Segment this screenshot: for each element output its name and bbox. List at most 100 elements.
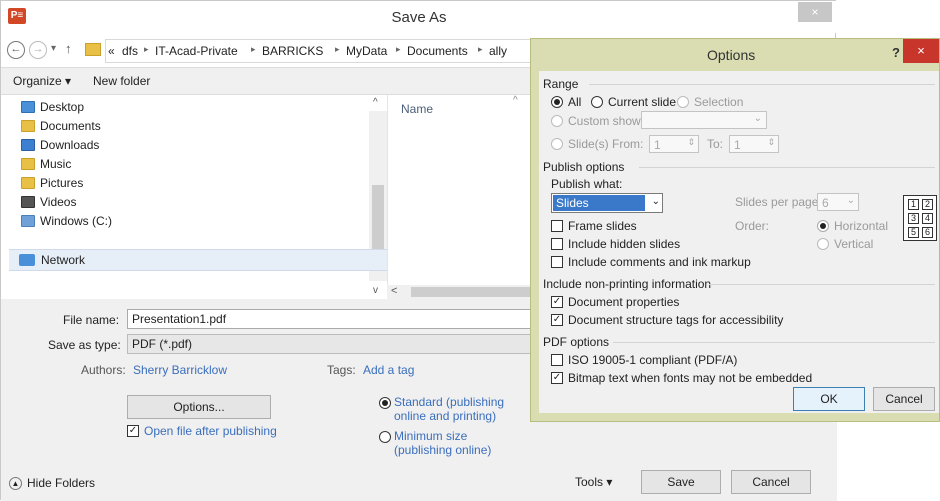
nav-item-network[interactable]: Network bbox=[9, 249, 387, 271]
from-input[interactable]: 1 ⇕ bbox=[649, 135, 699, 153]
document-structure-tags-checkbox[interactable]: ✓ Document structure tags for accessibili… bbox=[551, 313, 783, 327]
nav-item-videos[interactable]: Videos bbox=[21, 192, 76, 211]
horizontal-radio[interactable]: Horizontal bbox=[817, 219, 888, 233]
forward-button[interactable]: → bbox=[29, 41, 47, 59]
up-button[interactable]: ↑ bbox=[65, 41, 72, 56]
file-name-label: File name: bbox=[63, 313, 120, 327]
organize-button[interactable]: Organize ▾ bbox=[13, 74, 71, 88]
help-button[interactable]: ? bbox=[892, 45, 900, 60]
checkbox-checked-icon: ✓ bbox=[127, 425, 139, 437]
vertical-radio[interactable]: Vertical bbox=[817, 237, 873, 251]
checkbox-label: Document structure tags for accessibilit… bbox=[568, 313, 784, 327]
bitmap-text-checkbox[interactable]: ✓ Bitmap text when fonts may not be embed… bbox=[551, 371, 812, 385]
tools-menu[interactable]: Tools ▾ bbox=[575, 475, 612, 489]
radio-unselected-icon bbox=[379, 431, 391, 443]
breadcrumb-documents[interactable]: Documents bbox=[407, 44, 468, 58]
chevron-down-icon: ⌄ bbox=[651, 196, 660, 207]
breadcrumb-it-acad-private[interactable]: IT-Acad-Private bbox=[155, 44, 238, 58]
back-button[interactable]: ← bbox=[7, 41, 25, 59]
options-title: Options bbox=[707, 47, 756, 63]
music-icon bbox=[21, 157, 35, 170]
order-label: Order: bbox=[735, 219, 770, 233]
checkbox-label: Include hidden slides bbox=[568, 237, 681, 251]
include-comments-checkbox[interactable]: Include comments and ink markup bbox=[551, 255, 751, 269]
options-cancel-button[interactable]: Cancel bbox=[873, 387, 935, 411]
publish-options-section-label: Publish options bbox=[543, 160, 625, 174]
nav-item-music[interactable]: Music bbox=[21, 154, 71, 173]
title-bar: P≡ Save As × bbox=[1, 1, 837, 33]
tags-label: Tags: bbox=[327, 363, 356, 377]
radio-unselected-icon bbox=[551, 138, 563, 150]
radio-label: All bbox=[568, 95, 582, 109]
layout-cell: 1 bbox=[908, 199, 919, 210]
options-close-button[interactable]: × bbox=[903, 39, 939, 63]
layout-cell: 2 bbox=[922, 199, 933, 210]
tags-input[interactable]: Add a tag bbox=[363, 363, 414, 377]
save-button[interactable]: Save bbox=[641, 470, 721, 494]
address-bar[interactable]: « dfs ▸ IT-Acad-Private ▸ BARRICKS ▸ MyD… bbox=[105, 39, 535, 63]
checkbox-unchecked-icon bbox=[551, 354, 563, 366]
videos-icon bbox=[21, 195, 35, 208]
checkbox-checked-icon: ✓ bbox=[551, 296, 563, 308]
chevron-right-icon: ▸ bbox=[144, 44, 149, 54]
nav-item-downloads[interactable]: Downloads bbox=[21, 135, 99, 154]
iso-compliant-checkbox[interactable]: ISO 19005-1 compliant (PDF/A) bbox=[551, 353, 737, 367]
scroll-up-icon[interactable]: ^ bbox=[373, 97, 378, 108]
section-divider bbox=[613, 342, 935, 343]
document-properties-checkbox[interactable]: ✓ Document properties bbox=[551, 295, 679, 309]
section-divider bbox=[639, 167, 935, 168]
dialog-title: Save As bbox=[391, 9, 447, 26]
nav-item-windows-c[interactable]: Windows (C:) bbox=[21, 211, 112, 230]
publish-what-select[interactable]: Slides ⌄ bbox=[551, 193, 663, 213]
close-button[interactable]: × bbox=[798, 2, 832, 22]
file-name-input[interactable]: Presentation1.pdf bbox=[127, 309, 537, 329]
column-header-name[interactable]: Name bbox=[401, 102, 433, 116]
ok-button[interactable]: OK bbox=[793, 387, 865, 411]
custom-show-select[interactable]: ⌄ bbox=[641, 111, 767, 129]
slides-range-radio[interactable]: Slide(s) bbox=[551, 137, 609, 151]
nav-item-pictures[interactable]: Pictures bbox=[21, 173, 83, 192]
checkbox-label: Bitmap text when fonts may not be embedd… bbox=[568, 371, 813, 385]
breadcrumb-mydata[interactable]: MyData bbox=[346, 44, 387, 58]
scrollbar-thumb[interactable] bbox=[411, 287, 537, 297]
recent-dropdown-button[interactable]: ▾ bbox=[51, 43, 56, 54]
save-type-select[interactable]: PDF (*.pdf) bbox=[127, 334, 537, 354]
frame-slides-checkbox[interactable]: Frame slides bbox=[551, 219, 637, 233]
breadcrumb-dfs[interactable]: dfs bbox=[122, 44, 138, 58]
layout-cell: 5 bbox=[908, 227, 919, 238]
scroll-down-icon[interactable]: v bbox=[373, 285, 378, 296]
range-selection-radio[interactable]: Selection bbox=[677, 95, 743, 109]
dialog-footer: ▲ Hide Folders Tools ▾ Save Cancel bbox=[1, 464, 837, 501]
open-after-publishing-checkbox[interactable]: ✓ Open file after publishing bbox=[127, 424, 277, 438]
radio-label: Custom show: bbox=[568, 114, 645, 128]
slides-per-page-value: 6 bbox=[822, 196, 829, 210]
to-input[interactable]: 1 ⇕ bbox=[729, 135, 779, 153]
breadcrumb-ally[interactable]: ally bbox=[489, 44, 507, 58]
authors-value[interactable]: Sherry Barricklow bbox=[133, 363, 227, 377]
pane-divider bbox=[387, 95, 388, 285]
section-divider bbox=[589, 84, 935, 85]
scroll-left-icon[interactable]: < bbox=[391, 285, 397, 297]
chevron-right-icon: ▸ bbox=[478, 44, 483, 54]
range-all-radio[interactable]: All bbox=[551, 95, 581, 109]
radio-label: Selection bbox=[694, 95, 744, 109]
documents-icon bbox=[21, 119, 35, 132]
include-hidden-slides-checkbox[interactable]: Include hidden slides bbox=[551, 237, 680, 251]
radio-unselected-icon bbox=[817, 238, 829, 250]
slides-per-page-select[interactable]: 6 ⌄ bbox=[817, 193, 859, 211]
from-label: From: bbox=[612, 137, 644, 151]
custom-show-radio[interactable]: Custom show: bbox=[551, 114, 644, 128]
radio-selected-icon bbox=[379, 397, 391, 409]
nav-label: Music bbox=[40, 156, 72, 171]
range-current-slide-radio[interactable]: Current slide bbox=[591, 95, 676, 109]
nav-item-desktop[interactable]: Desktop bbox=[21, 97, 84, 116]
nav-item-documents[interactable]: Documents bbox=[21, 116, 101, 135]
hide-folders-button[interactable]: ▲ Hide Folders bbox=[9, 476, 95, 490]
new-folder-button[interactable]: New folder bbox=[93, 74, 150, 88]
breadcrumb-barricks[interactable]: BARRICKS bbox=[262, 44, 323, 58]
folder-icon bbox=[85, 43, 101, 56]
breadcrumb-overflow[interactable]: « bbox=[108, 44, 115, 58]
options-button[interactable]: Options... bbox=[127, 395, 271, 419]
checkbox-checked-icon: ✓ bbox=[551, 372, 563, 384]
cancel-button[interactable]: Cancel bbox=[731, 470, 811, 494]
